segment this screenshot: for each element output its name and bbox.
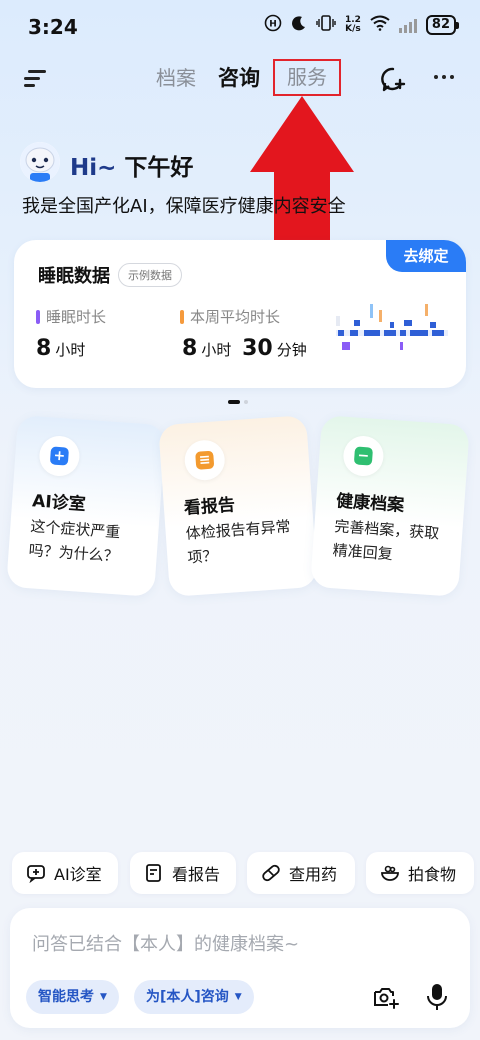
- vibrate-icon: [316, 15, 336, 35]
- wifi-icon: [370, 15, 390, 35]
- profile-selector[interactable]: 为[本人]咨询 ▼: [134, 980, 254, 1014]
- svg-text:H: H: [269, 20, 277, 30]
- microphone-icon[interactable]: [426, 982, 448, 1012]
- tab-archive[interactable]: 档案: [156, 62, 196, 91]
- quick-action-label: AI诊室: [54, 865, 102, 884]
- chat-input-box: 问答已结合【本人】的健康档案~ 智能思考 ▼ 为[本人]咨询 ▼: [10, 908, 470, 1028]
- sleep-card-title: 睡眠数据: [38, 266, 110, 287]
- more-icon[interactable]: [434, 75, 454, 79]
- sleep-duration-marker: [36, 309, 40, 324]
- red-arrow-annotation: [250, 96, 354, 242]
- feature-card-report[interactable]: ≡ 看报告 体检报告有异常项？: [158, 415, 318, 597]
- net-speed-unit: K/s: [345, 24, 361, 34]
- sleep-data-card[interactable]: 睡眠数据 示例数据 去绑定 睡眠时长 8 小时 本周平均时长 8 小时 30 分钟: [14, 240, 466, 388]
- camera-plus-icon[interactable]: [372, 984, 400, 1010]
- report-icon: ≡: [183, 438, 227, 482]
- weekly-avg-minutes: 30: [242, 336, 273, 361]
- weekly-avg-label-text: 本周平均时长: [190, 308, 281, 326]
- hd-call-icon: H: [264, 14, 282, 36]
- feature-card-desc: 完善档案，获取精准回复: [332, 517, 440, 564]
- quick-action-food-photo[interactable]: 拍食物: [366, 852, 474, 894]
- greeting-hi: Hi~: [70, 155, 117, 181]
- quick-action-label: 查用药: [289, 865, 338, 884]
- new-chat-icon[interactable]: [380, 66, 406, 92]
- tab-service[interactable]: 服务: [273, 59, 341, 96]
- sleep-duration-label: 睡眠时长: [36, 306, 106, 327]
- carousel-indicator: [228, 400, 248, 404]
- feature-card-title: AI诊室: [31, 491, 87, 515]
- menu-icon[interactable]: [24, 68, 48, 88]
- feature-card-ai-clinic[interactable]: + AI诊室 这个症状严重吗？为什么？: [6, 415, 166, 597]
- sample-data-badge: 示例数据: [118, 263, 182, 287]
- quick-action-label: 拍食物: [408, 865, 457, 884]
- quick-action-label: 看报告: [172, 865, 221, 884]
- status-bar: 3:24 H 1.2 K/s 82: [0, 0, 480, 54]
- feature-card-desc: 这个症状严重吗？为什么？: [28, 517, 121, 566]
- ai-avatar: [20, 142, 60, 182]
- net-speed: 1.2 K/s: [345, 16, 361, 34]
- chat-plus-icon: [27, 865, 45, 883]
- quick-action-medication[interactable]: 查用药: [247, 852, 355, 894]
- top-nav: 档案 咨询 服务: [0, 58, 480, 98]
- report-icon: [146, 864, 161, 882]
- sleep-duration-label-text: 睡眠时长: [46, 308, 107, 326]
- greeting-text: 下午好: [124, 155, 194, 181]
- weekly-avg-marker: [180, 309, 184, 324]
- profile-selector-label: 为[本人]咨询: [146, 989, 229, 1005]
- status-time: 3:24: [28, 15, 78, 39]
- status-icons: H 1.2 K/s 82: [264, 14, 460, 36]
- battery-indicator: 82: [425, 15, 460, 35]
- carousel-dot: [244, 400, 248, 404]
- sleep-duration-unit: 小时: [55, 341, 86, 359]
- chat-input[interactable]: 问答已结合【本人】的健康档案~: [32, 930, 299, 956]
- intro-text: 我是全国产化AI，保障医疗健康内容安全: [22, 196, 346, 217]
- weekly-avg-hours-unit: 小时: [201, 341, 232, 359]
- feature-card-health-record[interactable]: − 健康档案 完善档案，获取精准回复: [310, 415, 470, 597]
- weekly-avg-hours: 8: [182, 336, 198, 361]
- caret-down-icon: ▼: [234, 992, 242, 1002]
- weekly-avg-minutes-unit: 分钟: [276, 341, 307, 359]
- food-bowl-icon: [381, 865, 399, 881]
- feature-card-desc: 体检报告有异常项？: [185, 517, 292, 567]
- mode-selector-label: 智能思考: [38, 989, 94, 1005]
- bind-device-button[interactable]: 去绑定: [386, 240, 466, 272]
- feature-card-title: 健康档案: [335, 491, 405, 516]
- sleep-stage-chart: [336, 304, 448, 350]
- caret-down-icon: ▼: [100, 992, 107, 1002]
- sleep-duration-number: 8: [36, 336, 52, 361]
- quick-action-report[interactable]: 看报告: [130, 852, 236, 894]
- signal-icon: [398, 17, 417, 33]
- weekly-avg-label: 本周平均时长: [180, 306, 280, 327]
- greeting: Hi~ 下午好: [70, 148, 193, 182]
- pill-icon: [262, 864, 280, 882]
- tab-consult[interactable]: 咨询: [218, 62, 260, 92]
- chat-plus-icon: +: [38, 434, 81, 478]
- weekly-avg-value: 8 小时 30 分钟: [182, 336, 307, 361]
- folder-icon: −: [342, 434, 385, 478]
- moon-icon: [291, 15, 307, 35]
- sleep-duration-value: 8 小时: [36, 336, 85, 361]
- carousel-dot-active: [228, 400, 240, 404]
- feature-card-title: 看报告: [183, 495, 236, 519]
- mode-selector[interactable]: 智能思考 ▼: [26, 980, 119, 1014]
- quick-action-ai-clinic[interactable]: AI诊室: [12, 852, 118, 894]
